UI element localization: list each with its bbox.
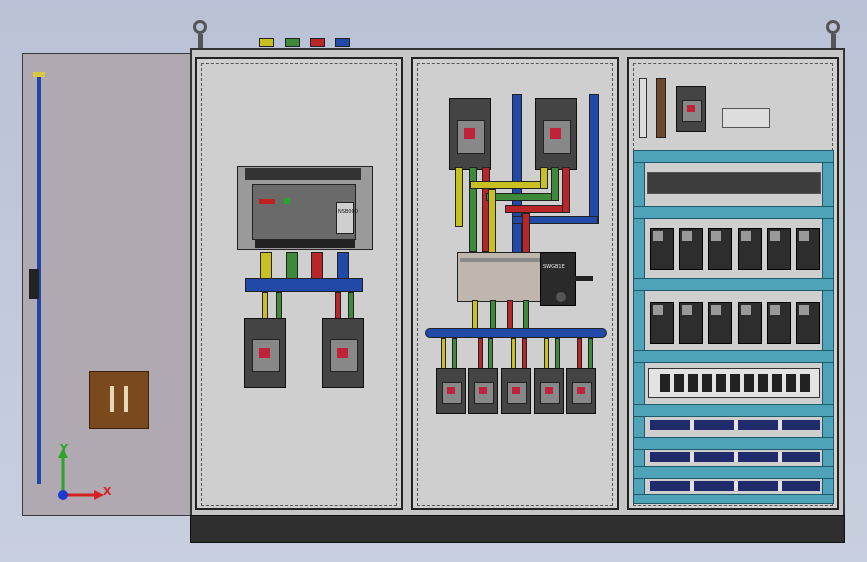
door-pocket-slot-left: [110, 386, 114, 412]
lifting-eye-right-stem: [831, 34, 836, 48]
control-breaker[interactable]: [676, 86, 706, 132]
contactor-strip: [660, 374, 810, 392]
din-rail-6: [633, 437, 834, 450]
module-2-2[interactable]: [679, 302, 704, 344]
din-rail-2: [633, 206, 834, 219]
din-rail-3: [633, 278, 834, 291]
lifting-eye-left: [193, 20, 207, 34]
module-1-6[interactable]: [795, 228, 820, 270]
door-pocket: [89, 371, 149, 429]
lifting-eye-left-stem: [198, 34, 203, 48]
s2-l1-drop: [540, 167, 548, 189]
phase-tag-blue: [335, 38, 350, 47]
terminal-row-2: [650, 452, 820, 462]
module-2-3[interactable]: [708, 302, 733, 344]
relay-row-1: [647, 172, 821, 194]
feeder-breaker-5[interactable]: [566, 368, 596, 414]
top-brown-bar: [656, 78, 666, 138]
s2-drop-2: [452, 338, 457, 372]
s2-cross-green: [486, 193, 558, 201]
s2-red-down: [522, 213, 530, 255]
y-axis-label: Y: [60, 442, 68, 455]
s2-l2-drop: [551, 167, 559, 201]
module-row-2: [650, 302, 820, 344]
s2-neutral-bar-right: [589, 94, 599, 224]
s2-drop-7: [544, 338, 549, 372]
transformer-label: SWGB1E: [543, 264, 565, 270]
feeder-breaker-4[interactable]: [534, 368, 564, 414]
transformer-knob[interactable]: [556, 292, 566, 302]
acb-bottom-strip: [255, 240, 355, 248]
z-axis-origin: [58, 490, 68, 500]
s2-drop-5: [511, 338, 516, 372]
door-handle[interactable]: [29, 269, 39, 299]
din-rail-5: [633, 404, 834, 417]
s2-drop-4: [488, 338, 493, 372]
phase-tag-green: [285, 38, 300, 47]
transformer-arm: [575, 276, 593, 281]
module-1-2[interactable]: [679, 228, 704, 270]
s2-l2-run: [469, 167, 477, 252]
axis-triad: [58, 448, 104, 500]
acb-red-indicator: [259, 199, 275, 204]
lifting-eye-right: [826, 20, 840, 34]
mccb-top-right[interactable]: [535, 98, 577, 170]
s2-neutral-bar-left: [512, 94, 522, 254]
terminal-row-1: [650, 420, 820, 430]
s2-cross-red: [505, 205, 569, 213]
terminal-row-3: [650, 481, 820, 491]
module-row-1: [650, 228, 820, 270]
module-1-4[interactable]: [737, 228, 762, 270]
mccb-left[interactable]: [244, 318, 286, 388]
acb-green-indicator: [284, 198, 290, 204]
door-rod-bracket-top: [33, 72, 45, 77]
s2-drop-3: [478, 338, 483, 372]
module-2-1[interactable]: [650, 302, 674, 344]
busbar-chamber-stripe-top: [460, 258, 540, 262]
s2-drop-1: [441, 338, 446, 372]
top-terminal-block: [722, 108, 770, 128]
feeder-breaker-3[interactable]: [501, 368, 531, 414]
s2-bottom-busbar: [425, 328, 607, 338]
door-pocket-slot-right: [124, 386, 128, 412]
phase-tag-red: [310, 38, 325, 47]
feeder-breaker-1[interactable]: [436, 368, 466, 414]
s2-drop-9: [577, 338, 582, 372]
s2-cross-yellow: [470, 181, 548, 189]
mccb-right[interactable]: [322, 318, 364, 388]
s2-drop-10: [588, 338, 593, 372]
acb-brand-label: NSB000: [338, 209, 358, 215]
s2-drop-8: [555, 338, 560, 372]
top-terminal-strip: [639, 78, 647, 138]
module-2-5[interactable]: [766, 302, 791, 344]
module-1-1[interactable]: [650, 228, 674, 270]
s2-drop-6: [522, 338, 527, 372]
din-rail-7: [633, 466, 834, 479]
s2-l3-drop: [562, 167, 570, 213]
s2-yellow-down: [488, 189, 496, 255]
module-2-4[interactable]: [737, 302, 762, 344]
module-1-5[interactable]: [766, 228, 791, 270]
phase-tag-yellow: [259, 38, 274, 47]
s2-l1-run: [455, 167, 463, 227]
din-rail-8: [633, 494, 834, 504]
din-rail-4: [633, 350, 834, 363]
acb-top-strip: [245, 168, 361, 180]
cabinet-base: [190, 515, 845, 543]
x-axis-label: X: [103, 485, 112, 498]
feeder-breaker-2[interactable]: [468, 368, 498, 414]
module-2-6[interactable]: [795, 302, 820, 344]
din-rail-1: [633, 150, 834, 163]
acb-window: [336, 202, 354, 234]
busbar-cross-support: [245, 278, 363, 292]
mccb-top-left[interactable]: [449, 98, 491, 170]
module-1-3[interactable]: [708, 228, 733, 270]
